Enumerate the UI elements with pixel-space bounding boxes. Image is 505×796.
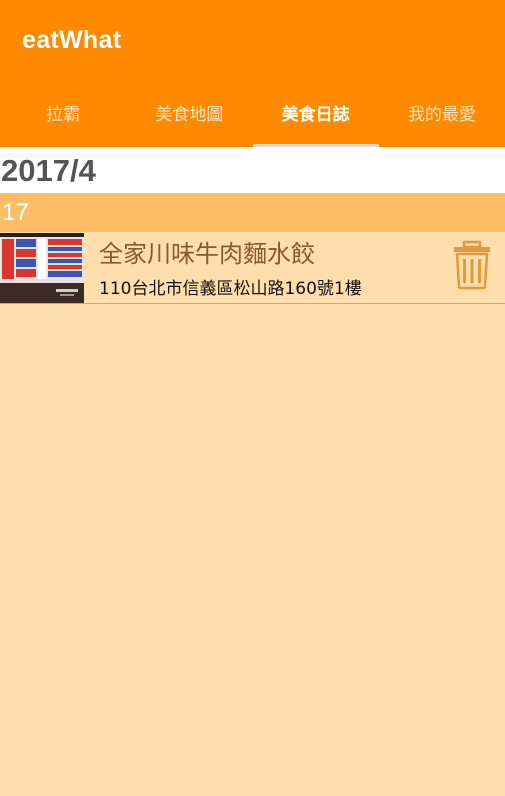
tab-label: 美食日誌 xyxy=(281,105,350,125)
app-title: eatWhat xyxy=(22,26,122,54)
app-bar: eatWhat 拉霸 美食地圖 美食日誌 我的最愛 xyxy=(0,0,505,147)
tab-label: 拉霸 xyxy=(46,105,81,125)
month-label: 2017/4 xyxy=(1,153,96,188)
day-header: 17 xyxy=(0,193,505,232)
tab-label: 我的最愛 xyxy=(407,105,476,125)
menu-board-photo xyxy=(0,233,84,303)
tab-slot-machine[interactable]: 拉霸 xyxy=(0,84,126,147)
tab-food-diary[interactable]: 美食日誌 xyxy=(252,84,379,147)
diary-entry[interactable]: 全家川味牛肉麵水餃 110台北市信義區松山路160號1樓 xyxy=(0,232,505,304)
delete-button[interactable] xyxy=(450,240,494,290)
tab-label: 美食地圖 xyxy=(155,105,224,125)
restaurant-address: 110台北市信義區松山路160號1樓 xyxy=(99,279,362,299)
restaurant-name: 全家川味牛肉麵水餃 xyxy=(99,240,315,268)
tab-food-map[interactable]: 美食地圖 xyxy=(126,84,252,147)
tab-favorites[interactable]: 我的最愛 xyxy=(379,84,505,147)
day-label: 17 xyxy=(2,199,29,226)
month-header: 2017/4 xyxy=(0,147,505,193)
tab-bar: 拉霸 美食地圖 美食日誌 我的最愛 xyxy=(0,84,505,147)
entry-thumbnail xyxy=(0,233,84,303)
trash-icon xyxy=(454,240,490,290)
